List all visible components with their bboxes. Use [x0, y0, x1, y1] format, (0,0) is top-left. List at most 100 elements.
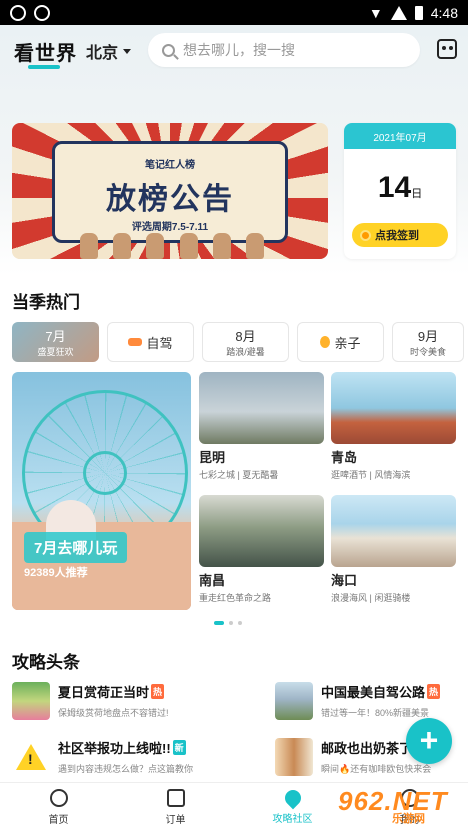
- add-post-button[interactable]: +: [406, 718, 452, 764]
- new-badge: 新: [172, 740, 186, 755]
- destination-desc: 七彩之城 | 夏无酷暑: [199, 470, 279, 480]
- tab-mine[interactable]: 我的: [351, 783, 468, 832]
- fist-icon: [179, 233, 198, 259]
- season-title: 当季热门: [12, 293, 80, 312]
- fist-icon: [112, 233, 131, 259]
- featured-label: 7月去哪儿玩: [24, 532, 128, 563]
- destination-card[interactable]: 南昌 重走红色革命之路: [199, 495, 324, 604]
- fist-icon: [146, 233, 165, 259]
- news-item[interactable]: 中国最美自驾公路热 错过等一年！80%新疆美景: [275, 682, 460, 720]
- banner-subtitle: 笔记红人榜: [145, 160, 195, 171]
- destination-card[interactable]: 海口 浪漫海风 | 闲逛骑楼: [331, 495, 456, 604]
- signal-icon: [390, 5, 407, 20]
- sync-icon: [34, 4, 50, 21]
- wifi-icon: ▼: [368, 4, 383, 21]
- tab-label: 首页: [48, 815, 69, 826]
- chevron-down-icon: [123, 48, 132, 54]
- news-item[interactable]: ! 社区举报功上线啦!! 新 遇到内容违规怎么做？点这篇教你: [12, 738, 262, 776]
- calendar-day-unit: 日: [411, 188, 423, 200]
- checkin-button[interactable]: 点我签到: [352, 223, 448, 247]
- destination-desc: 重走红色革命之路: [199, 593, 272, 603]
- tab-label: 订单: [165, 815, 186, 826]
- tab-community[interactable]: 攻略社区: [234, 783, 351, 832]
- news-thumbnail: [275, 738, 313, 776]
- tag-sub: 时令美食: [409, 347, 446, 357]
- tag-july[interactable]: 7月 盛夏狂欢: [12, 322, 99, 362]
- robot-icon[interactable]: [437, 39, 457, 59]
- tab-home[interactable]: 首页: [0, 783, 117, 832]
- tag-main: 亲子: [334, 335, 361, 351]
- destination-name: 海口: [331, 573, 358, 588]
- news-desc: 遇到内容违规怎么做？点这篇教你: [58, 764, 194, 774]
- promo-banner[interactable]: 笔记红人榜 放榜公告 评选周期7.5-7.11: [12, 123, 328, 259]
- destination-name: 南昌: [199, 573, 226, 588]
- tag-selfdrive[interactable]: 自驾: [107, 322, 194, 362]
- destination-image: [331, 372, 456, 444]
- indicator-dot: [214, 621, 224, 625]
- tag-august[interactable]: 8月 踏浪/避暑: [202, 322, 289, 362]
- tag-sub: 盛夏狂欢: [37, 347, 74, 357]
- destination-image: [199, 372, 324, 444]
- banner-poster: 笔记红人榜 放榜公告 评选周期7.5-7.11: [52, 141, 288, 243]
- status-bar: ▼ 4:48: [0, 0, 468, 25]
- tag-main: 自驾: [146, 335, 173, 351]
- indicator-dot: [229, 621, 233, 625]
- news-title: 邮政也出奶茶了: [321, 741, 413, 756]
- child-icon: [320, 336, 331, 348]
- search-placeholder: 想去哪儿，搜一搜: [183, 42, 295, 58]
- news-title: 夏日赏荷正当时: [58, 685, 150, 700]
- order-icon: [166, 789, 185, 807]
- banner-title: 放榜公告: [106, 183, 234, 216]
- featured-card[interactable]: 7月去哪儿玩 92389人推荐: [12, 372, 191, 610]
- tag-september[interactable]: 9月 时令美食: [392, 322, 464, 362]
- carousel-indicator: [214, 621, 242, 625]
- status-time: 4:48: [430, 4, 458, 21]
- city-label: 北京: [86, 45, 119, 62]
- home-icon: [49, 789, 68, 807]
- news-desc: 瞬间🔥还有咖啡欧包快来会: [321, 764, 432, 774]
- checkin-label: 点我签到: [375, 230, 419, 242]
- destination-image: [199, 495, 324, 567]
- tab-orders[interactable]: 订单: [117, 783, 234, 832]
- news-title: 中国最美自驾公路: [321, 685, 426, 700]
- destination-card[interactable]: 青岛 逛啤酒节 | 风情海滨: [331, 372, 456, 481]
- calendar-month: 2021年07月: [344, 123, 456, 149]
- strategy-title: 攻略头条: [12, 653, 80, 672]
- search-icon: [162, 43, 175, 57]
- app-logo[interactable]: 看世界: [14, 37, 77, 66]
- season-tags: 7月 盛夏狂欢 自驾 8月 踏浪/避暑 亲子 9月 时令美食: [12, 322, 464, 362]
- tag-family[interactable]: 亲子: [297, 322, 384, 362]
- tab-label: 我的: [399, 815, 420, 826]
- checkin-calendar[interactable]: 2021年07月 14日 点我签到: [344, 123, 456, 259]
- destination-image: [331, 495, 456, 567]
- coin-icon: [360, 229, 371, 241]
- search-input[interactable]: 想去哪儿，搜一搜: [148, 33, 420, 67]
- banner-fists: [72, 229, 272, 259]
- destination-card[interactable]: 昆明 七彩之城 | 夏无酷暑: [199, 372, 324, 481]
- fist-icon: [79, 233, 98, 259]
- notification-icon: [10, 4, 26, 21]
- news-thumbnail: [12, 682, 50, 720]
- news-item[interactable]: 夏日赏荷正当时热 保姆级赏荷地盘点不容错过!: [12, 682, 262, 720]
- tag-main: 9月: [417, 329, 439, 344]
- calendar-day: 14日: [344, 171, 456, 205]
- destination-name: 昆明: [199, 450, 226, 465]
- destination-desc: 浪漫海风 | 闲逛骑楼: [331, 593, 411, 603]
- news-title: 社区举报功上线啦!!: [58, 741, 171, 756]
- destination-desc: 逛啤酒节 | 风情海滨: [331, 470, 411, 480]
- featured-sub: 92389人推荐: [24, 567, 88, 579]
- fist-icon: [212, 233, 231, 259]
- logo-underline: [28, 65, 60, 69]
- tag-main: 7月: [45, 329, 66, 344]
- car-icon: [128, 338, 143, 346]
- location-pin-icon: [281, 786, 304, 810]
- news-desc: 保姆级赏荷地盘点不容错过!: [58, 708, 169, 718]
- calendar-day-number: 14: [377, 171, 412, 204]
- tab-label: 攻略社区: [272, 814, 313, 825]
- destination-name: 青岛: [331, 450, 358, 465]
- city-selector[interactable]: 北京: [86, 39, 132, 63]
- news-desc: 错过等一年！80%新疆美景: [321, 708, 430, 718]
- fist-icon: [246, 233, 265, 259]
- hot-badge: 热: [427, 684, 441, 699]
- tag-main: 8月: [235, 329, 256, 344]
